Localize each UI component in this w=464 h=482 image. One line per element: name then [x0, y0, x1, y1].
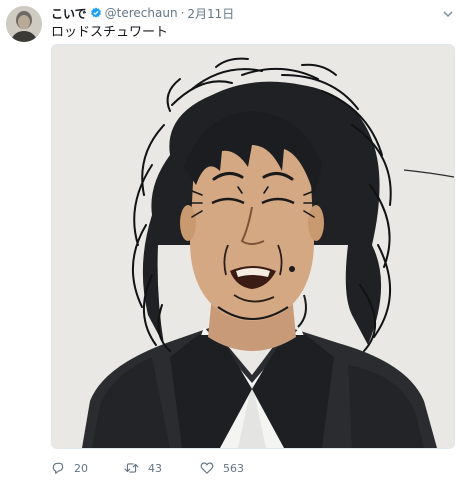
avatar[interactable]: [6, 6, 42, 42]
retweet-count: 43: [148, 461, 162, 475]
like-button[interactable]: 563: [200, 461, 280, 475]
avatar-image: [6, 6, 42, 42]
retweet-button[interactable]: 43: [124, 461, 188, 475]
reply-icon: [51, 461, 65, 475]
reply-button[interactable]: 20: [51, 461, 113, 475]
tweet-text: ロッドスチュワート: [51, 25, 169, 40]
timestamp[interactable]: 2月11日: [187, 5, 234, 22]
like-count: 563: [223, 461, 244, 475]
tweet-actions: 20 43 563: [51, 460, 280, 476]
reply-count: 20: [74, 461, 88, 475]
tweet-header: こいで @terechaun · 2月11日: [51, 5, 234, 21]
separator-dot: ·: [180, 6, 185, 20]
heart-icon: [200, 461, 214, 475]
tweet-card: こいで @terechaun · 2月11日 ロッドスチュワート 20 43 5…: [0, 0, 464, 482]
retweet-icon: [124, 461, 139, 475]
verified-badge-icon: [90, 7, 102, 19]
chevron-down-icon[interactable]: [442, 5, 454, 18]
photo-drawing: [52, 45, 454, 448]
handle[interactable]: @terechaun: [105, 6, 178, 20]
tweet-media-photo[interactable]: [51, 44, 455, 449]
display-name[interactable]: こいで: [51, 5, 87, 22]
